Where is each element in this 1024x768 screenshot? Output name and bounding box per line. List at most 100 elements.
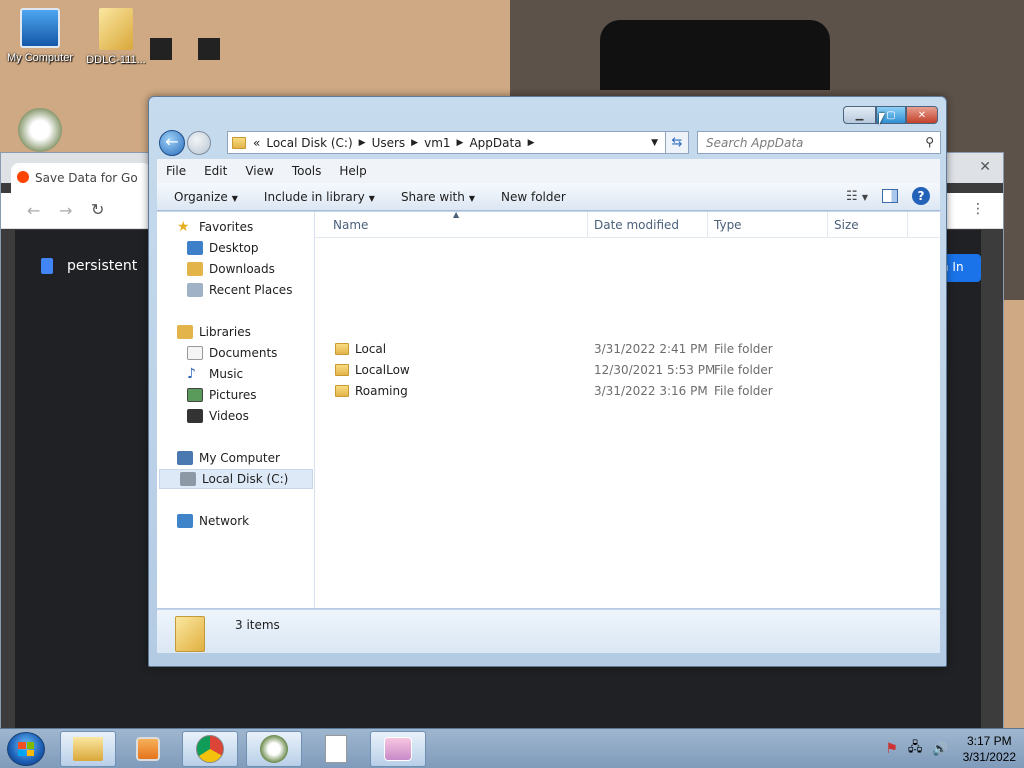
mouse-cursor (879, 113, 885, 125)
nav-item-my-computer[interactable]: My Computer (177, 448, 280, 468)
nav-item-recent-places[interactable]: Recent Places (187, 280, 292, 300)
kebab-menu-icon[interactable]: ⋮ (971, 201, 985, 217)
clock-time: 3:17 PM (966, 734, 1012, 748)
action-center-flag-icon[interactable]: ⚑ (885, 741, 898, 757)
folder-icon (335, 364, 349, 376)
file-type: File folder (714, 384, 773, 398)
chrome-icon (196, 735, 224, 763)
menu-file[interactable]: File (157, 164, 195, 178)
file-name: Roaming (355, 384, 408, 398)
chevron-down-icon: ▼ (231, 193, 238, 203)
forward-button[interactable] (187, 131, 211, 155)
nav-item-libraries[interactable]: Libraries (177, 322, 251, 342)
column-header-type[interactable]: Type (714, 218, 742, 232)
documents-icon (187, 346, 203, 360)
nav-item-favorites[interactable]: ★ Favorites (177, 217, 253, 237)
chevron-right-icon[interactable]: ▶ (457, 138, 464, 148)
forward-icon[interactable]: → (59, 201, 72, 220)
breadcrumb-vm1[interactable]: vm1 (424, 136, 450, 150)
menu-tools[interactable]: Tools (283, 164, 331, 178)
chevron-right-icon[interactable]: ▶ (359, 138, 366, 148)
file-name: Local (355, 342, 387, 356)
desktop-icon-my-computer[interactable]: My Computer (2, 8, 78, 64)
desktop-icon-flower[interactable] (18, 108, 62, 152)
chevron-right-icon[interactable]: ▶ (528, 138, 535, 148)
folder-icon (175, 616, 205, 652)
minimize-button[interactable]: ▁ (843, 106, 876, 124)
menu-help[interactable]: Help (330, 164, 375, 178)
column-header-name[interactable]: Name (333, 218, 368, 232)
column-divider[interactable] (707, 212, 708, 238)
volume-icon[interactable]: 🔊 (932, 742, 948, 757)
back-icon[interactable]: ← (27, 201, 40, 220)
chevron-down-icon: ▼ (368, 193, 375, 203)
file-name: LocalLow (355, 363, 410, 377)
chevron-down-icon[interactable]: ▼ (651, 138, 658, 148)
taskbar-chrome[interactable] (182, 731, 238, 767)
nav-item-local-disk[interactable]: Local Disk (C:) (159, 469, 313, 489)
nav-item-documents[interactable]: Documents (187, 343, 277, 363)
refresh-button[interactable]: ⇆ (665, 131, 689, 154)
file-date: 12/30/2021 5:53 PM (594, 363, 716, 377)
reload-icon[interactable]: ↻ (91, 200, 104, 219)
help-icon[interactable]: ? (912, 187, 930, 205)
view-options-icon[interactable]: ☷ ▼ (846, 189, 868, 204)
taskbar-explorer[interactable] (60, 731, 116, 767)
nav-item-videos[interactable]: Videos (187, 406, 249, 426)
nav-item-pictures[interactable]: Pictures (187, 385, 257, 405)
folder-icon (335, 385, 349, 397)
taskbar-ddlc[interactable] (246, 731, 302, 767)
breadcrumb-users[interactable]: Users (372, 136, 406, 150)
file-name-cell: Roaming (335, 384, 408, 398)
column-divider[interactable] (587, 212, 588, 238)
clock[interactable]: 3:17 PM 3/31/2022 (963, 733, 1016, 765)
address-bar[interactable]: « Local Disk (C:) ▶ Users ▶ vm1 ▶ AppDat… (227, 131, 689, 154)
breadcrumb-overflow[interactable]: « (253, 136, 260, 150)
nav-item-music[interactable]: ♪ Music (187, 364, 243, 384)
organize-button[interactable]: Organize ▼ (165, 190, 247, 204)
system-tray: ⚑ 🖧 🔊 3:17 PM 3/31/2022 (885, 733, 1016, 765)
close-button[interactable]: ✕ (906, 106, 938, 124)
navigation-pane: ★ Favorites Desktop Downloads Recent Plac… (157, 212, 315, 608)
new-folder-button[interactable]: New folder (492, 190, 575, 204)
folder-icon (73, 737, 103, 761)
column-header-size[interactable]: Size (834, 218, 859, 232)
folder-icon (232, 136, 246, 149)
taskbar-notepad[interactable] (308, 731, 364, 767)
desktop-icon-label: DDLC-111... (86, 54, 146, 66)
nav-label: Pictures (209, 388, 257, 402)
column-header-date[interactable]: Date modified (594, 218, 679, 232)
file-row[interactable]: Roaming 3/31/2022 3:16 PM File folder (315, 381, 940, 402)
desktop-icon-ddlc[interactable]: DDLC-111... (78, 8, 154, 66)
preview-pane-icon[interactable] (882, 189, 898, 203)
breadcrumb-local-disk[interactable]: Local Disk (C:) (266, 136, 352, 150)
music-icon: ♪ (187, 366, 196, 382)
breadcrumb-appdata[interactable]: AppData (469, 136, 521, 150)
include-in-library-button[interactable]: Include in library ▼ (255, 190, 384, 204)
search-input[interactable]: Search AppData ⚲ (697, 131, 941, 154)
menu-edit[interactable]: Edit (195, 164, 236, 178)
back-button[interactable]: ← (159, 130, 185, 156)
browser-tab[interactable]: Save Data for Go (11, 163, 151, 193)
column-divider[interactable] (827, 212, 828, 238)
column-divider[interactable] (907, 212, 908, 238)
file-row[interactable]: Local 3/31/2022 2:41 PM File folder (315, 339, 940, 360)
nav-item-desktop[interactable]: Desktop (187, 238, 259, 258)
taskbar-app[interactable] (370, 731, 426, 767)
menu-view[interactable]: View (236, 164, 282, 178)
drive-icon (180, 472, 196, 486)
close-icon[interactable]: ✕ (979, 159, 991, 175)
start-button[interactable] (7, 732, 45, 766)
chevron-right-icon[interactable]: ▶ (411, 138, 418, 148)
details-pane: 3 items (157, 609, 940, 653)
network-icon[interactable]: 🖧 (908, 738, 923, 760)
organize-label: Organize (174, 189, 228, 204)
sort-up-icon: ▲ (453, 210, 460, 219)
nav-item-network[interactable]: Network (177, 511, 249, 531)
share-with-button[interactable]: Share with ▼ (392, 190, 484, 204)
nav-item-downloads[interactable]: Downloads (187, 259, 275, 279)
search-icon[interactable]: ⚲ (925, 135, 934, 149)
file-date: 3/31/2022 3:16 PM (594, 384, 708, 398)
file-row[interactable]: LocalLow 12/30/2021 5:53 PM File folder (315, 360, 940, 381)
taskbar-media-player[interactable] (120, 731, 176, 767)
